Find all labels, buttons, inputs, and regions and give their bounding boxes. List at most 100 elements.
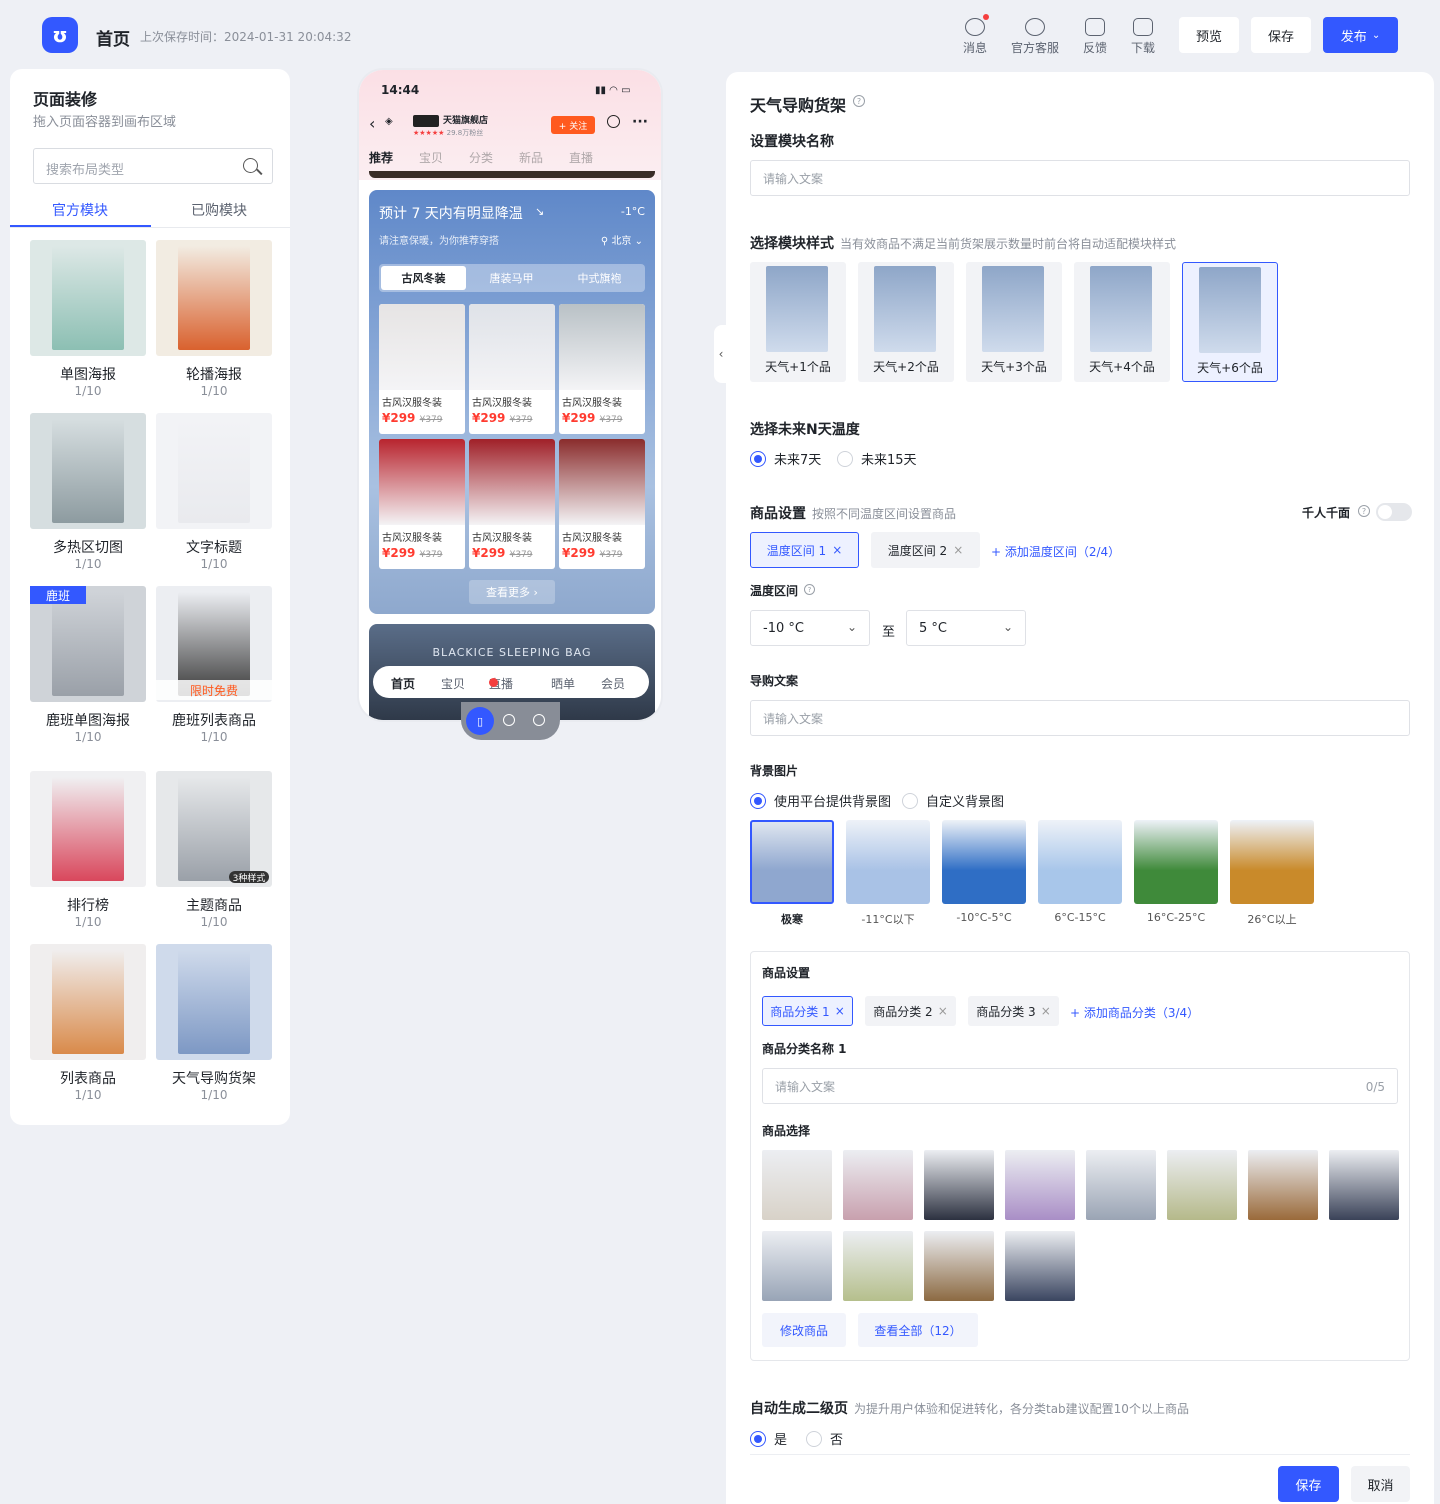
product-card[interactable]: 古风汉服冬装 ¥299 ¥379 — [469, 439, 555, 569]
tab-purchased-modules[interactable]: 已购模块 — [191, 200, 247, 220]
view-all-goods-button[interactable]: 查看全部（12） — [858, 1313, 978, 1347]
edit-goods-button[interactable]: 修改商品 — [762, 1313, 846, 1347]
bottom-nav-item[interactable]: 首页 — [391, 675, 415, 692]
help-icon[interactable]: ? — [1358, 505, 1370, 517]
weather-tab-2[interactable]: 中式旗袍 — [557, 266, 642, 290]
module-tile-ranking[interactable] — [30, 771, 146, 887]
help-icon[interactable]: ? — [804, 584, 815, 595]
shop-nav-item[interactable]: 宝贝 — [419, 149, 443, 166]
bottom-nav-item[interactable]: 宝贝 — [441, 675, 465, 692]
radio-platform-bg[interactable]: 使用平台提供背景图 — [750, 791, 891, 810]
close-icon[interactable]: × — [938, 1004, 948, 1018]
preview-button[interactable]: 预览 — [1179, 17, 1239, 53]
product-card[interactable]: 古风汉服冬装 ¥299 ¥379 — [379, 439, 465, 569]
range-chip-2[interactable]: 温度区间 2 × — [871, 532, 980, 568]
add-category-link[interactable]: + 添加商品分类（3/4） — [1070, 1004, 1199, 1021]
weather-tab-0[interactable]: 古风冬装 — [381, 266, 466, 290]
radio-auto-no[interactable]: 否 — [806, 1429, 843, 1448]
back-icon[interactable]: ‹ — [369, 114, 375, 133]
zoom-in-icon[interactable] — [503, 714, 515, 726]
zoom-out-icon[interactable] — [533, 714, 545, 726]
product-card[interactable]: 古风汉服冬装 ¥299 ¥379 — [559, 304, 645, 434]
background-option[interactable] — [1038, 820, 1122, 904]
goods-item[interactable] — [762, 1150, 832, 1220]
goods-item[interactable] — [924, 1231, 994, 1301]
category-chip-3[interactable]: 商品分类 3 × — [968, 996, 1059, 1026]
shop-nav-item[interactable]: 直播 — [569, 149, 593, 166]
module-tile-single-poster[interactable] — [30, 240, 146, 356]
app-logo[interactable]: ʊ — [42, 17, 78, 53]
category-name-input[interactable]: 请输入文案 0/5 — [762, 1068, 1398, 1104]
radio-custom-bg[interactable]: 自定义背景图 — [902, 791, 1004, 810]
close-icon[interactable]: × — [953, 543, 963, 557]
customer-service-button[interactable]: 官方客服 — [1005, 18, 1065, 56]
radio-auto-yes[interactable]: 是 — [750, 1429, 787, 1448]
publish-button[interactable]: 发布 ⌄ — [1323, 17, 1398, 53]
radio-7-days[interactable]: 未来7天 — [750, 449, 821, 468]
background-option[interactable] — [1230, 820, 1314, 904]
download-button[interactable]: 下载 — [1113, 18, 1173, 56]
help-icon[interactable]: ? — [853, 95, 865, 107]
background-option[interactable] — [846, 820, 930, 904]
close-icon[interactable]: × — [1041, 1004, 1051, 1018]
add-range-link[interactable]: + 添加温度区间（2/4） — [991, 543, 1120, 560]
category-chip-2[interactable]: 商品分类 2 × — [865, 996, 956, 1026]
background-option[interactable] — [750, 820, 834, 904]
goods-item[interactable] — [1005, 1231, 1075, 1301]
personalize-toggle[interactable] — [1376, 503, 1412, 521]
goods-item[interactable] — [924, 1150, 994, 1220]
close-icon[interactable]: × — [832, 543, 842, 557]
product-card[interactable]: 古风汉服冬装 ¥299 ¥379 — [559, 439, 645, 569]
city-selector[interactable]: ⚲ 北京 ⌄ — [601, 232, 643, 247]
shop-nav-item[interactable]: 推荐 — [369, 149, 393, 166]
panel-cancel-button[interactable]: 取消 — [1351, 1466, 1410, 1502]
more-icon[interactable]: ··· — [632, 114, 648, 130]
product-card[interactable]: 古风汉服冬装 ¥299 ¥379 — [379, 304, 465, 434]
module-tile-carousel-poster[interactable] — [156, 240, 272, 356]
panel-save-button[interactable]: 保存 — [1278, 1466, 1339, 1502]
module-tile-list-products[interactable] — [30, 944, 146, 1060]
module-name-input[interactable]: 请输入文案 — [750, 160, 1410, 196]
goods-item[interactable] — [762, 1231, 832, 1301]
goods-item[interactable] — [1248, 1150, 1318, 1220]
category-chip-1[interactable]: 商品分类 1 × — [762, 996, 853, 1026]
bottom-nav-item[interactable]: 晒单 — [551, 675, 575, 692]
product-card[interactable]: 古风汉服冬装 ¥299 ¥379 — [469, 304, 555, 434]
module-search-input[interactable]: 搜索布局类型 — [33, 148, 273, 184]
style-option[interactable]: 天气+6个品 — [1182, 262, 1278, 382]
view-more-button[interactable]: 查看更多 › — [469, 580, 555, 604]
background-option[interactable] — [1134, 820, 1218, 904]
close-icon[interactable]: × — [835, 1004, 845, 1018]
goods-item[interactable] — [1167, 1150, 1237, 1220]
save-button[interactable]: 保存 — [1251, 17, 1311, 53]
bottom-nav-item[interactable]: 会员 — [601, 675, 625, 692]
style-option[interactable]: 天气+4个品 — [1074, 262, 1170, 382]
mobile-view-icon[interactable]: ▯ — [466, 707, 494, 735]
goods-item[interactable] — [843, 1231, 913, 1301]
radio-15-days[interactable]: 未来15天 — [837, 449, 917, 468]
follow-button[interactable]: + 关注 — [551, 116, 595, 134]
style-option[interactable]: 天气+3个品 — [966, 262, 1062, 382]
phone-search-icon[interactable] — [607, 115, 620, 128]
goods-item[interactable] — [843, 1150, 913, 1220]
background-option[interactable] — [942, 820, 1026, 904]
goods-item[interactable] — [1329, 1150, 1399, 1220]
module-tile-weather-shelf[interactable] — [156, 944, 272, 1060]
range-chip-1[interactable]: 温度区间 1 × — [750, 532, 859, 568]
range-to-select[interactable]: 5 °C ⌄ — [906, 610, 1026, 646]
module-tile-hotspot-image[interactable] — [30, 413, 146, 529]
goods-item[interactable] — [1086, 1150, 1156, 1220]
module-tile-text-title[interactable] — [156, 413, 272, 529]
range-from-select[interactable]: -10 °C ⌄ — [750, 610, 870, 646]
shop-nav-item[interactable]: 分类 — [469, 149, 493, 166]
feedback-label: 反馈 — [1082, 41, 1107, 55]
tab-official-modules[interactable]: 官方模块 — [52, 200, 108, 220]
search-icon[interactable] — [243, 158, 258, 173]
weather-tab-1[interactable]: 唐装马甲 — [469, 266, 554, 290]
shop-nav-item[interactable]: 新品 — [519, 149, 543, 166]
message-button[interactable]: 消息 — [945, 14, 1005, 56]
style-option[interactable]: 天气+1个品 — [750, 262, 846, 382]
style-option[interactable]: 天气+2个品 — [858, 262, 954, 382]
copy-input[interactable]: 请输入文案 — [750, 700, 1410, 736]
goods-item[interactable] — [1005, 1150, 1075, 1220]
